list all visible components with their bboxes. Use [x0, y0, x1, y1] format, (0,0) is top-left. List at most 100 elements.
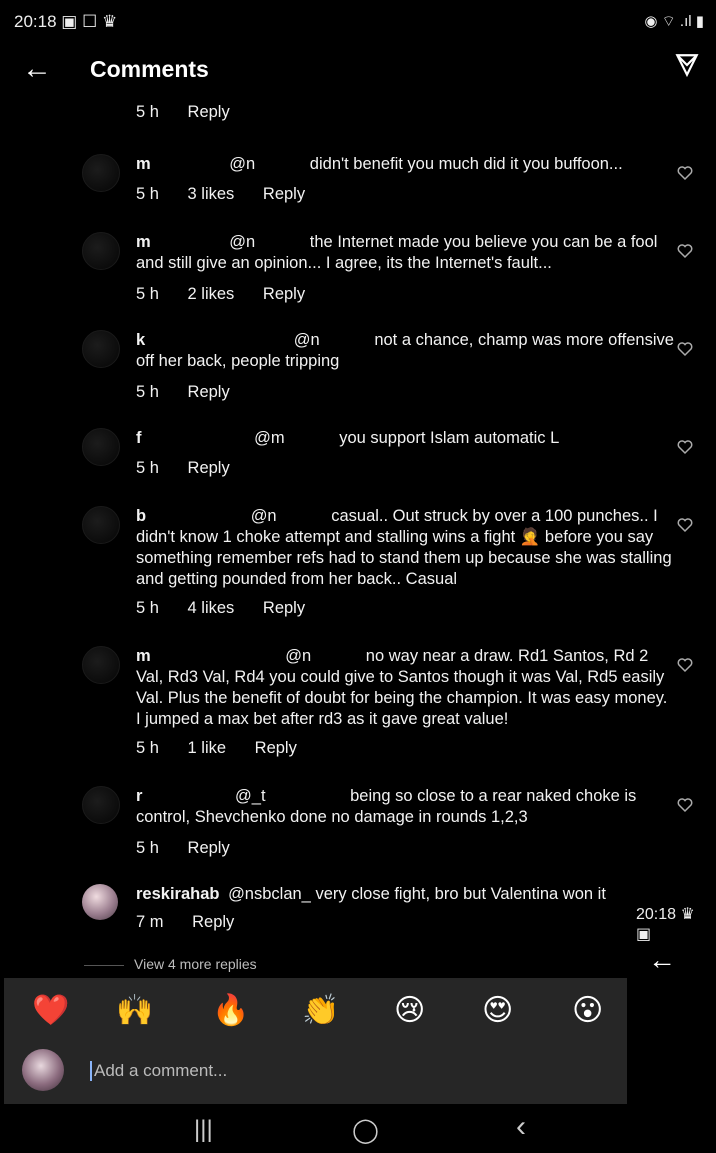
comment-time: 5 h [136, 459, 159, 477]
comment-meta: 5 h 2 likes Reply [136, 284, 676, 305]
comment-text: m @n didn't benefit you much did it you … [136, 154, 676, 175]
divider [84, 964, 124, 966]
comment-time: 5 h [136, 839, 159, 857]
mention[interactable]: @_t [235, 787, 266, 805]
status-time: 20:18 ▣ ☐ ♛ [14, 12, 118, 31]
avatar[interactable] [82, 232, 120, 270]
comment-text: r @_t being so close to a rear naked cho… [136, 786, 676, 828]
reply-button[interactable]: Reply [263, 599, 305, 617]
status-icons: ▣ ☐ ♛ [61, 12, 118, 31]
comment-time: 7 m [136, 913, 164, 931]
comment-meta: 5 h Reply [136, 102, 676, 123]
comment-meta: 5 h 1 like Reply [136, 738, 676, 759]
heart-icon[interactable] [676, 438, 694, 456]
comment-time: 5 h [136, 599, 159, 617]
comment-input[interactable]: Add a comment... [90, 1061, 494, 1081]
avatar[interactable] [82, 506, 120, 544]
heart-icon[interactable] [676, 656, 694, 674]
comment-body: being so close to a rear naked choke is … [136, 787, 637, 826]
likes-count[interactable]: 1 like [188, 739, 227, 757]
comment-time: 5 h [136, 383, 159, 401]
comment-text: f @m you support Islam automatic L [136, 428, 676, 449]
username[interactable]: m [136, 155, 151, 173]
username[interactable]: f [136, 429, 142, 447]
avatar[interactable] [82, 154, 120, 192]
reply-button[interactable]: Reply [188, 839, 230, 857]
username[interactable]: b [136, 507, 146, 525]
heart-icon[interactable] [676, 242, 694, 260]
paper-plane-icon [675, 54, 699, 78]
view-more-replies[interactable]: View 4 more replies [84, 956, 257, 972]
status-right-icons: ◉ ⌔ .ıl ▮ [644, 13, 704, 30]
comment-body: you support Islam automatic L [339, 429, 560, 447]
comment-meta: 5 h 4 likes Reply [136, 598, 676, 619]
crying-emoji-button[interactable]: 😢 [394, 993, 425, 1028]
likes-count[interactable]: 3 likes [188, 185, 235, 203]
reply-button[interactable]: Reply [192, 913, 234, 931]
overlay-status: 20:18 ♛ ▣ [636, 906, 695, 943]
comment-body: didn't benefit you much did it you buffo… [309, 155, 623, 173]
comment-meta: 5 h Reply [136, 838, 676, 859]
mention[interactable]: @m [254, 429, 285, 447]
avatar[interactable] [82, 786, 120, 824]
overlay-back-icon: ← [648, 944, 676, 975]
home-button[interactable]: ◯ [352, 1116, 379, 1145]
heart-icon[interactable] [676, 516, 694, 534]
comment-time: 5 h [136, 185, 159, 203]
comment-text: b @n casual.. Out struck by over a 100 p… [136, 506, 676, 590]
comment-time: 5 h [136, 103, 159, 121]
username[interactable]: m [136, 233, 151, 251]
avatar[interactable] [82, 330, 120, 368]
mention[interactable]: @n [251, 507, 277, 525]
likes-count[interactable]: 4 likes [188, 599, 235, 617]
reply-button[interactable]: Reply [188, 103, 230, 121]
reply-button[interactable]: Reply [263, 285, 305, 303]
avatar [22, 1049, 64, 1091]
comment-text: reskirahab @nsbclan_ very close fight, b… [136, 884, 676, 905]
back-button[interactable]: ← [22, 52, 52, 86]
heart-icon[interactable] [676, 796, 694, 814]
heart-icon[interactable] [676, 164, 694, 182]
reply-button[interactable]: Reply [188, 459, 230, 477]
username[interactable]: reskirahab [136, 885, 219, 903]
reply-button[interactable]: Reply [255, 739, 297, 757]
system-back-button[interactable]: ‹ [516, 1110, 526, 1144]
likes-count[interactable]: 2 likes [188, 285, 235, 303]
mention[interactable]: @n [285, 647, 311, 665]
mention[interactable]: @n [294, 331, 320, 349]
heart-eyes-emoji-button[interactable]: 😍 [482, 993, 513, 1028]
mention[interactable]: @nsbclan_ [228, 885, 311, 903]
comment-body: very close fight, bro but Valentina won … [315, 885, 606, 903]
avatar[interactable] [82, 428, 120, 466]
screen: 20:18 ▣ ☐ ♛ ◉ ⌔ .ıl ▮ ← Comments 5 h Rep… [4, 4, 712, 1149]
view-more-label[interactable]: View 4 more replies [134, 956, 257, 972]
comment-time: 5 h [136, 739, 159, 757]
username[interactable]: r [136, 787, 142, 805]
page-title: Comments [90, 56, 209, 82]
comment-body: casual.. Out struck by over a 100 punche… [136, 507, 672, 588]
share-button[interactable] [674, 52, 700, 83]
mention[interactable]: @n [229, 233, 255, 251]
avatar[interactable] [82, 884, 118, 920]
surprised-emoji-button[interactable]: 😮 [572, 993, 603, 1028]
fire-emoji-button[interactable]: 🔥 [212, 993, 249, 1028]
heart-emoji-button[interactable]: ❤️ [32, 993, 69, 1028]
comment-body: no way near a draw. Rd1 Santos, Rd 2 Val… [136, 647, 668, 728]
clap-emoji-button[interactable]: 👏 [302, 993, 339, 1028]
comment-meta: 7 m Reply [136, 912, 676, 933]
heart-icon[interactable] [676, 340, 694, 358]
reply-button[interactable]: Reply [263, 185, 305, 203]
comment-text: k @n not a chance, champ was more offens… [136, 330, 676, 372]
raised-hands-emoji-button[interactable]: 🙌 [116, 993, 153, 1028]
username[interactable]: m [136, 647, 151, 665]
recents-button[interactable]: ||| [194, 1116, 213, 1144]
avatar[interactable] [82, 646, 120, 684]
comment-body: not a chance, champ was more offensive o… [136, 331, 674, 370]
comment-body: the Internet made you believe you can be… [136, 233, 658, 272]
username[interactable]: k [136, 331, 145, 349]
reply-button[interactable]: Reply [188, 383, 230, 401]
mention[interactable]: @n [229, 155, 255, 173]
system-nav-bar: ||| ◯ ‹ [4, 1104, 712, 1149]
comment-meta: 5 h Reply [136, 382, 676, 403]
comment-text: m @n no way near a draw. Rd1 Santos, Rd … [136, 646, 676, 730]
